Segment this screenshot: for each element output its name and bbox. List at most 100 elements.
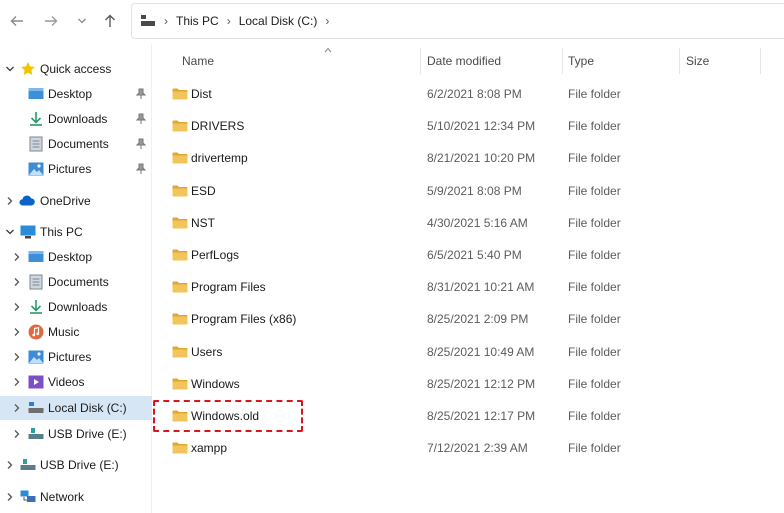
table-row[interactable]: ESD 5/9/2021 8:08 PM File folder [153, 175, 784, 207]
star-icon [20, 61, 36, 77]
chevron-right-icon[interactable] [5, 196, 15, 206]
sidebar-item-pc-pictures[interactable]: Pictures [0, 345, 152, 369]
file-type: File folder [568, 215, 621, 230]
column-header-name[interactable]: Name [182, 44, 420, 78]
folder-icon [172, 185, 188, 197]
sidebar-item-pc-videos[interactable]: Videos [0, 370, 152, 394]
chevron-right-icon[interactable] [12, 352, 22, 362]
file-name[interactable]: Windows [191, 368, 240, 400]
chevron-down-icon[interactable] [5, 64, 15, 74]
back-button[interactable] [6, 10, 28, 32]
column-header-size[interactable]: Size [686, 44, 746, 78]
sidebar-item-quick-pictures[interactable]: Pictures [0, 157, 152, 181]
sidebar-item-label: Local Disk (C:) [48, 401, 127, 415]
file-name[interactable]: DRIVERS [191, 110, 244, 142]
folder-icon [172, 88, 188, 100]
arrow-up-icon [105, 14, 115, 27]
chevron-right-icon[interactable] [12, 403, 22, 413]
file-name[interactable]: NST [191, 207, 215, 239]
sidebar-item-onedrive[interactable]: OneDrive [0, 189, 152, 213]
table-row[interactable]: NST 4/30/2021 5:16 AM File folder [153, 207, 784, 239]
column-divider[interactable] [420, 48, 421, 74]
sidebar-item-label: This PC [40, 225, 83, 239]
chevron-down-icon[interactable] [5, 227, 15, 237]
sidebar-item-quick-desktop[interactable]: Desktop [0, 82, 152, 106]
this-pc-icon [141, 15, 155, 26]
breadcrumb-separator-icon: › [164, 14, 168, 28]
file-date-modified: 5/9/2021 8:08 PM [427, 183, 522, 198]
table-row[interactable]: PerfLogs 6/5/2021 5:40 PM File folder [153, 239, 784, 271]
sidebar-item-pc-documents[interactable]: Documents [0, 270, 152, 294]
sidebar-item-pc-music[interactable]: Music [0, 320, 152, 344]
pictures-icon [28, 349, 44, 365]
table-row[interactable]: xampp 7/12/2021 2:39 AM File folder [153, 432, 784, 464]
chevron-right-icon[interactable] [5, 492, 15, 502]
sidebar-item-label: USB Drive (E:) [40, 458, 119, 472]
arrow-left-icon [10, 16, 23, 26]
table-row[interactable]: Program Files 8/31/2021 10:21 AM File fold… [153, 271, 784, 303]
sidebar-item-quick-documents[interactable]: Documents [0, 132, 152, 156]
file-name[interactable]: ESD [191, 175, 216, 207]
file-type: File folder [568, 248, 621, 262]
chevron-right-icon[interactable] [12, 252, 22, 262]
folder-icon [172, 281, 188, 293]
chevron-right-icon[interactable] [12, 377, 22, 387]
pin-icon[interactable] [136, 113, 146, 125]
column-divider[interactable] [760, 48, 761, 74]
pictures-icon [28, 161, 44, 177]
column-header-label: Type [568, 54, 595, 68]
chevron-right-icon[interactable] [12, 277, 22, 287]
chevron-right-icon[interactable] [5, 460, 15, 470]
table-row[interactable]: drivertemp 8/21/2021 10:20 PM File folder [153, 142, 784, 174]
recent-locations-button[interactable] [71, 10, 93, 32]
sidebar-item-pc-usb-drive[interactable]: USB Drive (E:) [0, 422, 152, 446]
sidebar-item-quick-access[interactable]: Quick access [0, 57, 152, 81]
sidebar-item-label: Quick access [40, 62, 112, 76]
sidebar-item-network[interactable]: Network [0, 485, 152, 509]
file-type: File folder [568, 376, 621, 391]
folder-icon [172, 120, 188, 132]
folder-icon [172, 249, 188, 261]
breadcrumb-local-disk[interactable]: Local Disk (C:) [239, 14, 318, 28]
sidebar-item-this-pc[interactable]: This PC [0, 220, 152, 244]
forward-button[interactable] [40, 10, 62, 32]
sidebar-item-pc-desktop[interactable]: Desktop [0, 245, 152, 269]
file-date-modified: 6/2/2021 8:08 PM [427, 87, 522, 101]
breadcrumb-this-pc[interactable]: This PC [176, 14, 219, 28]
pin-icon[interactable] [136, 138, 146, 150]
sidebar-item-usb-drive[interactable]: USB Drive (E:) [0, 453, 152, 477]
file-name[interactable]: Users [191, 336, 222, 368]
file-name[interactable]: PerfLogs [191, 239, 239, 271]
folder-icon [172, 346, 188, 358]
sidebar-item-pc-downloads[interactable]: Downloads [0, 295, 152, 319]
table-row[interactable]: Windows 8/25/2021 12:12 PM File folder [153, 368, 784, 400]
table-row[interactable]: DRIVERS 5/10/2021 12:34 PM File folder [153, 110, 784, 142]
arrow-right-icon [45, 16, 58, 26]
column-divider[interactable] [562, 48, 563, 74]
chevron-right-icon[interactable] [12, 327, 22, 337]
column-header-type[interactable]: Type [568, 44, 678, 78]
table-row[interactable]: Dist 6/2/2021 8:08 PM File folder [153, 78, 784, 110]
cloud-icon [19, 193, 35, 209]
column-header-date[interactable]: Date modified [427, 44, 563, 78]
chevron-right-icon[interactable] [12, 302, 22, 312]
file-name[interactable]: Program Files (x86) [191, 303, 296, 335]
folder-icon [172, 378, 188, 390]
file-name[interactable]: Dist [191, 78, 212, 110]
file-name[interactable]: xampp [191, 432, 227, 464]
hard-drive-icon [28, 400, 44, 416]
sidebar-item-quick-downloads[interactable]: Downloads [0, 107, 152, 131]
sidebar-item-local-disk[interactable]: Local Disk (C:) [0, 396, 152, 420]
file-name[interactable]: Program Files [191, 271, 266, 303]
chevron-right-icon[interactable] [12, 429, 22, 439]
column-divider[interactable] [679, 48, 680, 74]
file-type: File folder [568, 87, 621, 101]
table-row[interactable]: Program Files (x86) 8/25/2021 2:09 PM File… [153, 303, 784, 335]
address-bar[interactable]: › This PC › Local Disk (C:) › [131, 3, 784, 39]
file-name[interactable]: drivertemp [191, 142, 248, 174]
file-date-modified: 6/5/2021 5:40 PM [427, 248, 522, 262]
pin-icon[interactable] [136, 88, 146, 100]
up-button[interactable] [99, 10, 121, 32]
table-row[interactable]: Users 8/25/2021 10:49 AM File folder [153, 336, 784, 368]
pin-icon[interactable] [136, 163, 146, 175]
